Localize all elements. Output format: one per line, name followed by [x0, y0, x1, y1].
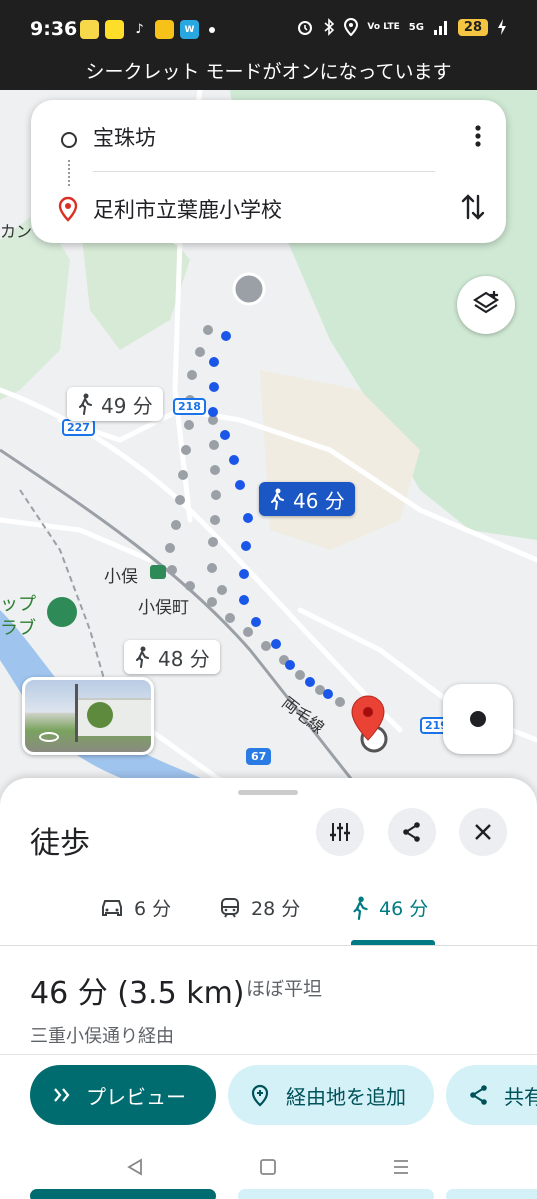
- travel-mode-tabs: 6 分 28 分 46 分: [0, 878, 537, 946]
- card-divider: [93, 171, 435, 172]
- walk-icon: [136, 646, 149, 668]
- double-chevron-icon: [54, 1088, 70, 1102]
- share-button-label: 共有: [504, 1084, 537, 1109]
- alarm-icon: [298, 21, 313, 35]
- street-view-360-icon: [39, 732, 59, 742]
- bluetooth-icon: [324, 18, 335, 36]
- selected-route-chip[interactable]: 46 分: [259, 482, 355, 516]
- walk-icon: [271, 488, 284, 510]
- destination-field[interactable]: 足利市立葉鹿小学校: [93, 194, 282, 224]
- my-location-button[interactable]: [443, 684, 513, 754]
- tiktok-icon: ♪: [130, 20, 149, 39]
- alt-route-chip-2[interactable]: 48 分: [124, 640, 220, 674]
- app-icon-1: [80, 20, 99, 39]
- back-icon: [127, 1158, 142, 1176]
- system-icons: Vo LTE 5G 28: [296, 18, 507, 36]
- route-duration-distance: 46 分 (3.5 km): [30, 976, 245, 1011]
- active-tab-indicator: [351, 940, 435, 945]
- origin-marker[interactable]: [232, 272, 266, 306]
- golf-course-icon[interactable]: [47, 597, 77, 627]
- directions-search-card: 宝珠坊 足利市立葉鹿小学校: [31, 100, 506, 243]
- street-view-tree: [87, 702, 113, 728]
- share-icon: [470, 1085, 487, 1105]
- section-divider: [0, 1054, 537, 1055]
- app-icon-4: [155, 20, 174, 39]
- walk-icon: [79, 393, 92, 415]
- swap-icon[interactable]: [460, 192, 486, 222]
- my-location-icon: [470, 711, 486, 727]
- volte-icon: Vo LTE: [367, 21, 400, 32]
- w-app-icon: W: [180, 20, 199, 39]
- home-icon: [260, 1159, 276, 1175]
- car-icon: [102, 899, 122, 916]
- train-icon: [221, 897, 239, 918]
- tab-transit-label: 28 分: [251, 898, 301, 920]
- more-options-icon[interactable]: [474, 124, 482, 148]
- sheet-title: 徒歩: [30, 826, 90, 861]
- preview-button-label: プレビュー: [86, 1084, 186, 1109]
- selected-route-chip-label: 46 分: [293, 488, 345, 513]
- layers-button[interactable]: [457, 276, 515, 334]
- destination-pin-icon: [58, 196, 78, 222]
- nav-recents-button[interactable]: [386, 1152, 416, 1182]
- tune-icon: [330, 823, 350, 841]
- close-icon: [475, 824, 491, 840]
- tab-walk-label: 46 分: [379, 898, 429, 920]
- app-icon-2: [105, 20, 124, 39]
- walk-icon: [353, 896, 368, 920]
- preview-button[interactable]: プレビュー: [30, 1065, 216, 1125]
- share-icon: [403, 822, 420, 842]
- screen: 9:36 ♪ W Vo LTE 5G 28 シークレット モードがオンになってい…: [0, 0, 537, 1199]
- nav-ghost-share: [446, 1189, 537, 1199]
- tab-transit[interactable]: 28 分: [219, 894, 300, 921]
- location-icon: [344, 18, 359, 36]
- share-route-button[interactable]: [388, 808, 436, 856]
- charging-icon: [498, 19, 506, 35]
- tab-drive-label: 6 分: [134, 898, 172, 920]
- incognito-banner: シークレット モードがオンになっています: [0, 60, 537, 90]
- station-label: 小俣: [104, 567, 138, 587]
- add-stop-button[interactable]: 経由地を追加: [228, 1065, 434, 1125]
- status-bar: 9:36 ♪ W Vo LTE 5G 28: [0, 0, 537, 60]
- road-shield-227: 227: [62, 419, 95, 436]
- route-options-button[interactable]: [316, 808, 364, 856]
- alt-route-chip-2-label: 48 分: [158, 646, 210, 671]
- recents-icon: [394, 1160, 408, 1174]
- add-stop-button-label: 経由地を追加: [286, 1084, 406, 1109]
- nav-back-button[interactable]: [120, 1152, 150, 1182]
- signal-icon: [433, 21, 447, 35]
- map-label-edge-top: カン: [0, 222, 33, 241]
- alt-route-chip-1[interactable]: 49 分: [67, 387, 163, 421]
- battery-level: 28: [457, 18, 488, 36]
- route-dots-icon: [68, 160, 70, 186]
- origin-field[interactable]: 宝珠坊: [93, 122, 156, 152]
- layers-icon: [472, 291, 500, 314]
- close-button[interactable]: [459, 808, 507, 856]
- map-label-edge-left-1: ップ: [0, 594, 36, 615]
- sheet-drag-handle[interactable]: [238, 790, 298, 795]
- network-type: 5G: [408, 21, 424, 33]
- town-label: 小俣町: [138, 598, 189, 618]
- road-shield-218: 218: [173, 398, 206, 415]
- more-notifications-dot: [209, 26, 215, 33]
- route-terrain: ほぼ平坦: [246, 978, 323, 1000]
- share-button[interactable]: 共有: [446, 1065, 537, 1125]
- route-via: 三重小俣通り経由: [30, 1026, 174, 1047]
- status-time: 9:36: [30, 18, 78, 40]
- notification-icons: ♪ W: [80, 20, 215, 39]
- nav-ghost-secondary: [238, 1189, 434, 1199]
- tab-drive[interactable]: 6 分: [100, 894, 171, 921]
- nav-ghost-primary: [30, 1189, 216, 1199]
- street-view-thumbnail[interactable]: [22, 677, 154, 755]
- road-shield-67: 67: [246, 748, 272, 765]
- nav-home-button[interactable]: [253, 1152, 283, 1182]
- alt-route-chip-1-label: 49 分: [101, 393, 153, 418]
- tab-walk[interactable]: 46 分: [351, 894, 428, 921]
- add-location-icon: [251, 1084, 269, 1107]
- origin-icon: [61, 132, 77, 148]
- map-label-edge-left-2: ラブ: [0, 618, 36, 639]
- street-view-pole: [75, 684, 78, 742]
